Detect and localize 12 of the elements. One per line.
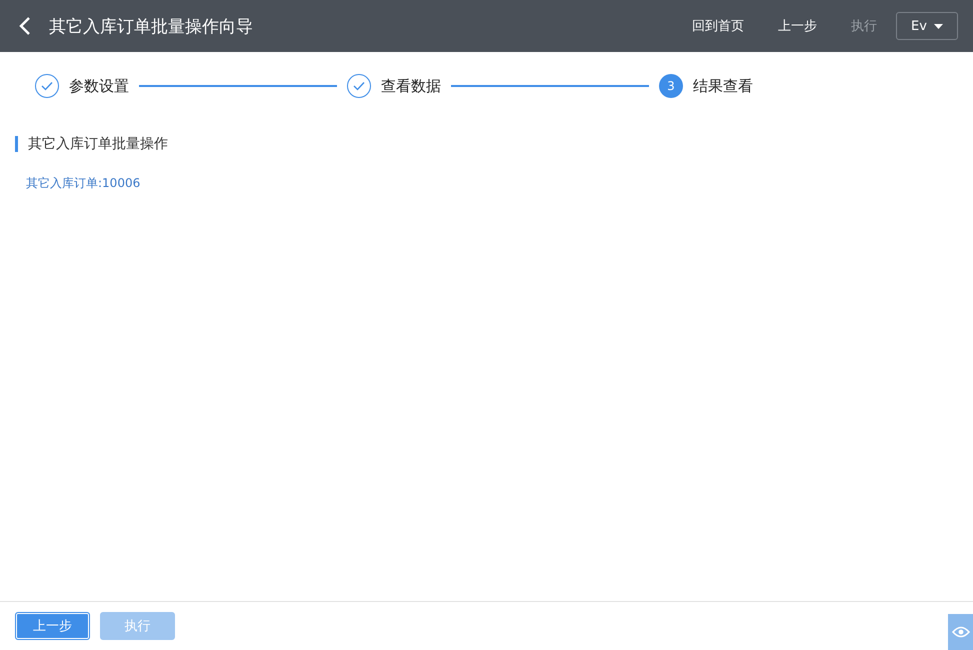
header-action[interactable]: 回到首页 bbox=[692, 17, 744, 35]
step-label: 参数设置 bbox=[69, 76, 129, 96]
caret-icon bbox=[934, 24, 943, 28]
header-action[interactable]: 上一步 bbox=[778, 17, 817, 35]
step-number: 3 bbox=[659, 74, 683, 98]
section-title: 其它入库订单批量操作 bbox=[15, 136, 973, 152]
step-label: 结果查看 bbox=[693, 76, 753, 96]
back-icon[interactable] bbox=[19, 16, 31, 36]
page-title: 其它入库订单批量操作向导 bbox=[49, 16, 253, 38]
user-menu[interactable]: Ev bbox=[896, 12, 958, 40]
result-text: 其它入库订单:10006 bbox=[26, 175, 142, 192]
step-label: 查看数据 bbox=[381, 76, 441, 96]
